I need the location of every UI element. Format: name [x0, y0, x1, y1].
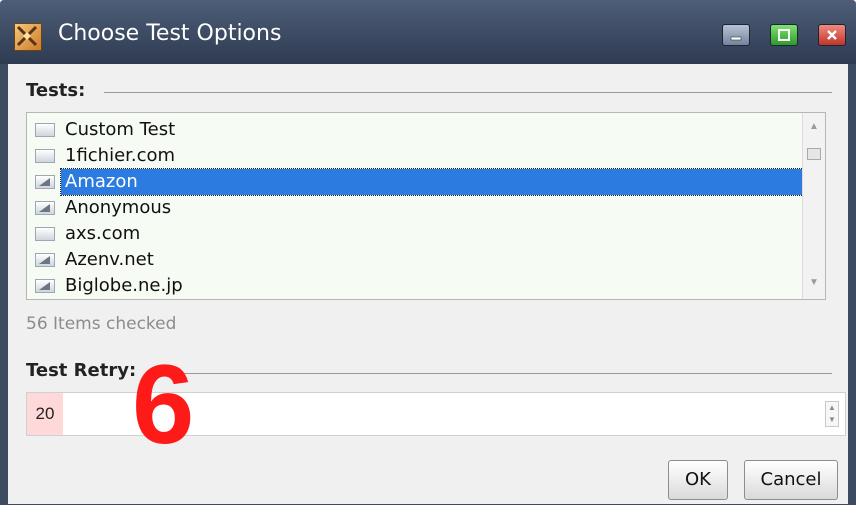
list-item-label: Biglobe.ne.jp: [65, 275, 183, 296]
list-item-selected[interactable]: Amazon: [35, 168, 808, 196]
cancel-button[interactable]: Cancel: [744, 460, 838, 500]
swords-icon: [14, 23, 42, 51]
checkbox[interactable]: [35, 227, 55, 241]
list-item-label: 1fichier.com: [65, 145, 176, 166]
checkbox-checked[interactable]: [35, 201, 55, 215]
checkbox[interactable]: [35, 123, 55, 137]
items-checked-status: 56 Items checked: [26, 314, 177, 334]
list-item-label: Anonymous: [65, 197, 172, 218]
test-retry-value[interactable]: 20: [27, 393, 63, 435]
list-item[interactable]: 1fichier.com: [35, 143, 807, 169]
list-item-label: axs.com: [65, 223, 141, 244]
spinner-up-arrow-icon[interactable]: ▲: [826, 402, 838, 414]
list-item[interactable]: Anonymous: [35, 195, 807, 221]
dialog-window: Choose Test Options Tests: Custom Test 1…: [0, 0, 856, 505]
tests-group-divider: [104, 92, 832, 93]
retry-group-divider: [148, 373, 832, 374]
minimize-icon: [730, 36, 742, 41]
close-icon: [827, 30, 837, 40]
list-item-label: Custom Test: [65, 119, 176, 140]
tests-group-label: Tests:: [26, 80, 86, 101]
title-bar[interactable]: Choose Test Options: [0, 0, 856, 64]
minimize-button[interactable]: [722, 24, 750, 46]
checkbox-checked[interactable]: [35, 279, 55, 293]
list-vertical-scrollbar[interactable]: ▲ ▼: [802, 113, 825, 299]
window-title: Choose Test Options: [58, 21, 282, 46]
retry-group-label: Test Retry:: [26, 360, 137, 381]
list-item[interactable]: Azenv.net: [35, 247, 807, 273]
list-item-label: Azenv.net: [65, 249, 154, 270]
scroll-thumb[interactable]: [807, 148, 821, 160]
overlay-step-number: 6: [132, 342, 195, 467]
maximize-button[interactable]: [770, 24, 798, 46]
scroll-up-arrow-icon[interactable]: ▲: [808, 121, 820, 133]
list-item[interactable]: Biglobe.ne.jp: [35, 273, 807, 299]
ok-button[interactable]: OK: [668, 460, 728, 500]
spinner-buttons[interactable]: ▲ ▼: [825, 401, 839, 427]
close-button[interactable]: [818, 24, 846, 46]
list-item[interactable]: axs.com: [35, 221, 807, 247]
tests-list[interactable]: Custom Test 1fichier.com Amazon Anonymou…: [26, 112, 826, 300]
checkbox-checked[interactable]: [35, 253, 55, 267]
list-item[interactable]: Custom Test: [35, 117, 807, 143]
spinner-down-arrow-icon[interactable]: ▼: [826, 414, 838, 426]
list-item-label: Amazon: [65, 171, 138, 192]
maximize-icon: [778, 29, 790, 41]
checkbox[interactable]: [35, 149, 55, 163]
checkbox-checked[interactable]: [35, 175, 55, 189]
scroll-down-arrow-icon[interactable]: ▼: [808, 277, 820, 289]
